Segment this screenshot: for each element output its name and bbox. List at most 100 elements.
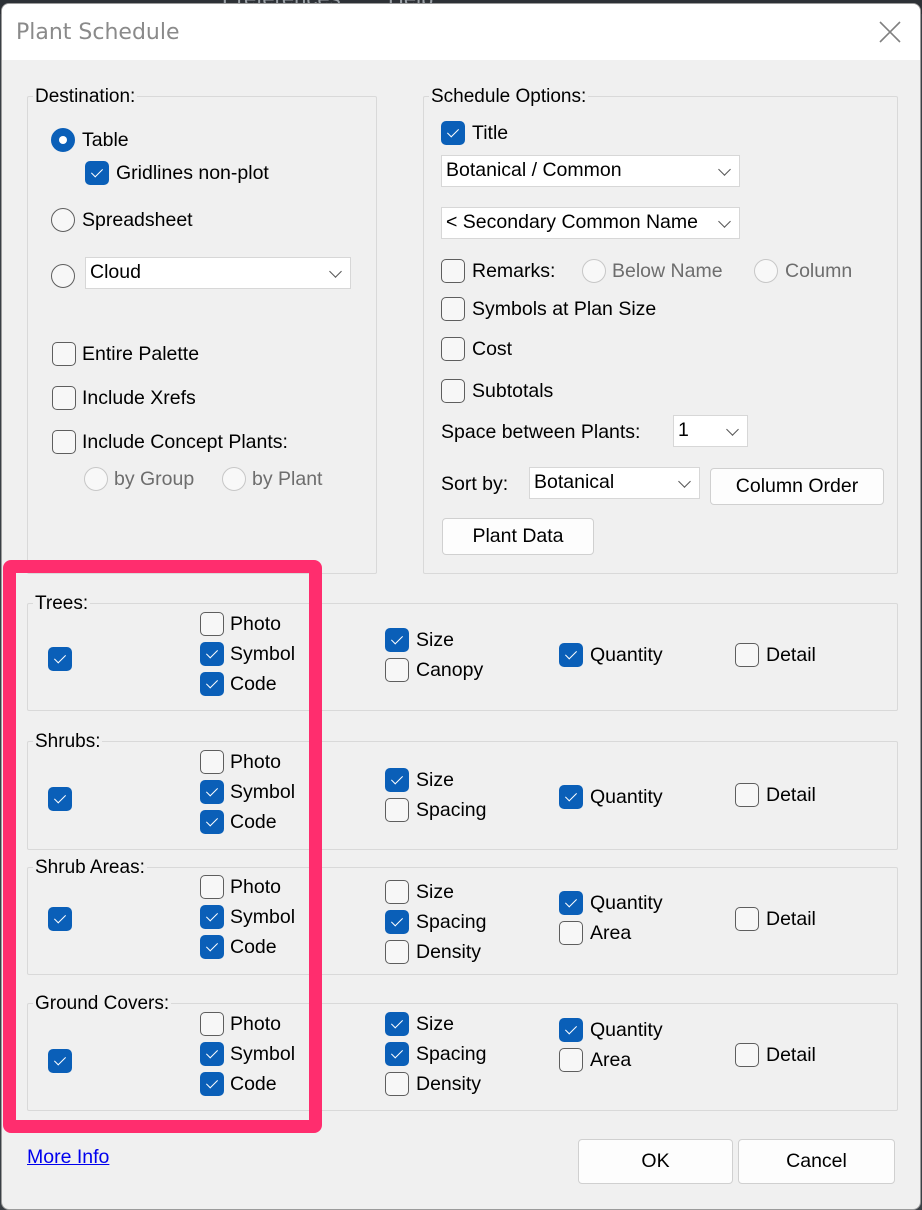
shrubs-spacing-checkbox[interactable] — [385, 798, 409, 822]
cloud-select-value: Cloud — [90, 261, 141, 283]
remarks-checkbox[interactable] — [441, 259, 465, 283]
include-xrefs-checkbox[interactable] — [52, 386, 76, 410]
shrubs-size-checkbox[interactable] — [385, 768, 409, 792]
shrub-areas-symbol-checkbox[interactable] — [200, 905, 224, 929]
ground-covers-quantity-checkbox[interactable] — [559, 1018, 583, 1042]
shrub-areas-detail-label: Detail — [766, 908, 816, 930]
ground-covers-detail-label: Detail — [766, 1044, 816, 1066]
ok-button[interactable]: OK — [578, 1139, 733, 1184]
name-format-value: Botanical / Common — [446, 159, 622, 181]
shrubs-quantity-checkbox[interactable] — [559, 785, 583, 809]
shrubs-quantity-label: Quantity — [590, 786, 663, 808]
shrubs-code-label: Code — [230, 811, 277, 833]
trees-quantity-checkbox[interactable] — [559, 643, 583, 667]
shrub-areas-size-checkbox[interactable] — [385, 880, 409, 904]
column-order-button[interactable]: Column Order — [710, 468, 884, 505]
shrubs-detail-checkbox[interactable] — [735, 783, 759, 807]
name-format-select[interactable]: Botanical / Common — [441, 155, 740, 187]
trees-enable-checkbox[interactable] — [48, 647, 72, 671]
ground-covers-photo-checkbox[interactable] — [200, 1012, 224, 1036]
secondary-name-select[interactable]: < Secondary Common Name — [441, 207, 740, 239]
ground-covers-enable-checkbox[interactable] — [48, 1049, 72, 1073]
sort-by-select[interactable]: Botanical — [529, 467, 700, 499]
shrubs-photo-checkbox[interactable] — [200, 750, 224, 774]
cloud-select[interactable]: Cloud — [85, 257, 351, 289]
shrub-areas-code-checkbox[interactable] — [200, 935, 224, 959]
plant-schedule-dialog: Plant Schedule Destination: Table Gridli… — [1, 3, 921, 1210]
ground-covers-label: Ground Covers: — [33, 993, 172, 1015]
title-checkbox[interactable] — [441, 121, 465, 145]
shrub-areas-density-checkbox[interactable] — [385, 940, 409, 964]
dialog-title: Plant Schedule — [16, 20, 180, 45]
trees-symbol-checkbox[interactable] — [200, 642, 224, 666]
gridlines-checkbox[interactable] — [85, 161, 109, 185]
ground-covers-quantity-label: Quantity — [590, 1019, 663, 1041]
trees-canopy-checkbox[interactable] — [385, 658, 409, 682]
shrub-areas-enable-checkbox[interactable] — [48, 907, 72, 931]
shrub-areas-photo-checkbox[interactable] — [200, 875, 224, 899]
cloud-radio[interactable] — [51, 264, 75, 288]
secondary-name-value: < Secondary Common Name — [446, 211, 698, 233]
trees-size-checkbox[interactable] — [385, 628, 409, 652]
subtotals-label: Subtotals — [472, 380, 554, 402]
close-button[interactable] — [878, 20, 902, 44]
shrub-areas-detail-checkbox[interactable] — [735, 907, 759, 931]
trees-code-checkbox[interactable] — [200, 672, 224, 696]
ground-covers-density-checkbox[interactable] — [385, 1072, 409, 1096]
by-group-radio[interactable] — [84, 467, 108, 491]
space-between-select[interactable]: 1 — [673, 415, 748, 447]
plant-data-button[interactable]: Plant Data — [442, 518, 594, 555]
ground-covers-area-checkbox[interactable] — [559, 1048, 583, 1072]
subtotals-checkbox[interactable] — [441, 379, 465, 403]
ground-covers-detail-checkbox[interactable] — [735, 1043, 759, 1067]
ground-covers-size-label: Size — [416, 1013, 454, 1035]
close-x-icon — [879, 21, 901, 43]
shrub-areas-size-label: Size — [416, 881, 454, 903]
symbols-plan-size-checkbox[interactable] — [441, 297, 465, 321]
spreadsheet-radio[interactable] — [51, 208, 75, 232]
shrub-areas-symbol-label: Symbol — [230, 906, 296, 928]
below-name-radio[interactable] — [582, 259, 606, 283]
ground-covers-area-label: Area — [590, 1049, 632, 1071]
chevron-down-icon — [726, 423, 739, 436]
ground-covers-code-checkbox[interactable] — [200, 1072, 224, 1096]
ground-covers-spacing-checkbox[interactable] — [385, 1042, 409, 1066]
table-radio[interactable] — [51, 128, 75, 152]
entire-palette-checkbox[interactable] — [52, 342, 76, 366]
trees-size-label: Size — [416, 629, 454, 651]
space-between-label: Space between Plants: — [441, 421, 641, 443]
trees-detail-checkbox[interactable] — [735, 643, 759, 667]
schedule-options-label: Schedule Options: — [429, 86, 589, 108]
cost-checkbox[interactable] — [441, 337, 465, 361]
chevron-down-icon — [678, 475, 691, 488]
by-group-label: by Group — [114, 468, 195, 490]
trees-canopy-label: Canopy — [416, 659, 484, 681]
symbols-plan-size-label: Symbols at Plan Size — [472, 298, 657, 320]
trees-photo-checkbox[interactable] — [200, 612, 224, 636]
trees-quantity-label: Quantity — [590, 644, 663, 666]
shrubs-size-label: Size — [416, 769, 454, 791]
shrubs-photo-label: Photo — [230, 751, 281, 773]
shrub-areas-code-label: Code — [230, 936, 277, 958]
ground-covers-size-checkbox[interactable] — [385, 1012, 409, 1036]
column-radio[interactable] — [754, 259, 778, 283]
ground-covers-symbol-checkbox[interactable] — [200, 1042, 224, 1066]
chevron-down-icon — [329, 265, 342, 278]
ground-covers-spacing-label: Spacing — [416, 1043, 487, 1065]
shrub-areas-density-label: Density — [416, 941, 482, 963]
shrub-areas-area-label: Area — [590, 922, 632, 944]
trees-photo-label: Photo — [230, 613, 281, 635]
shrubs-symbol-checkbox[interactable] — [200, 780, 224, 804]
shrub-areas-spacing-checkbox[interactable] — [385, 910, 409, 934]
more-info-link[interactable]: More Info — [27, 1146, 109, 1169]
shrubs-code-checkbox[interactable] — [200, 810, 224, 834]
shrub-areas-label: Shrub Areas: — [33, 857, 147, 879]
shrub-areas-area-checkbox[interactable] — [559, 921, 583, 945]
chevron-down-icon — [718, 163, 731, 176]
shrubs-enable-checkbox[interactable] — [48, 787, 72, 811]
cancel-button[interactable]: Cancel — [738, 1139, 895, 1184]
include-concept-checkbox[interactable] — [52, 430, 76, 454]
by-plant-radio[interactable] — [222, 467, 246, 491]
shrubs-detail-label: Detail — [766, 784, 816, 806]
shrub-areas-quantity-checkbox[interactable] — [559, 891, 583, 915]
